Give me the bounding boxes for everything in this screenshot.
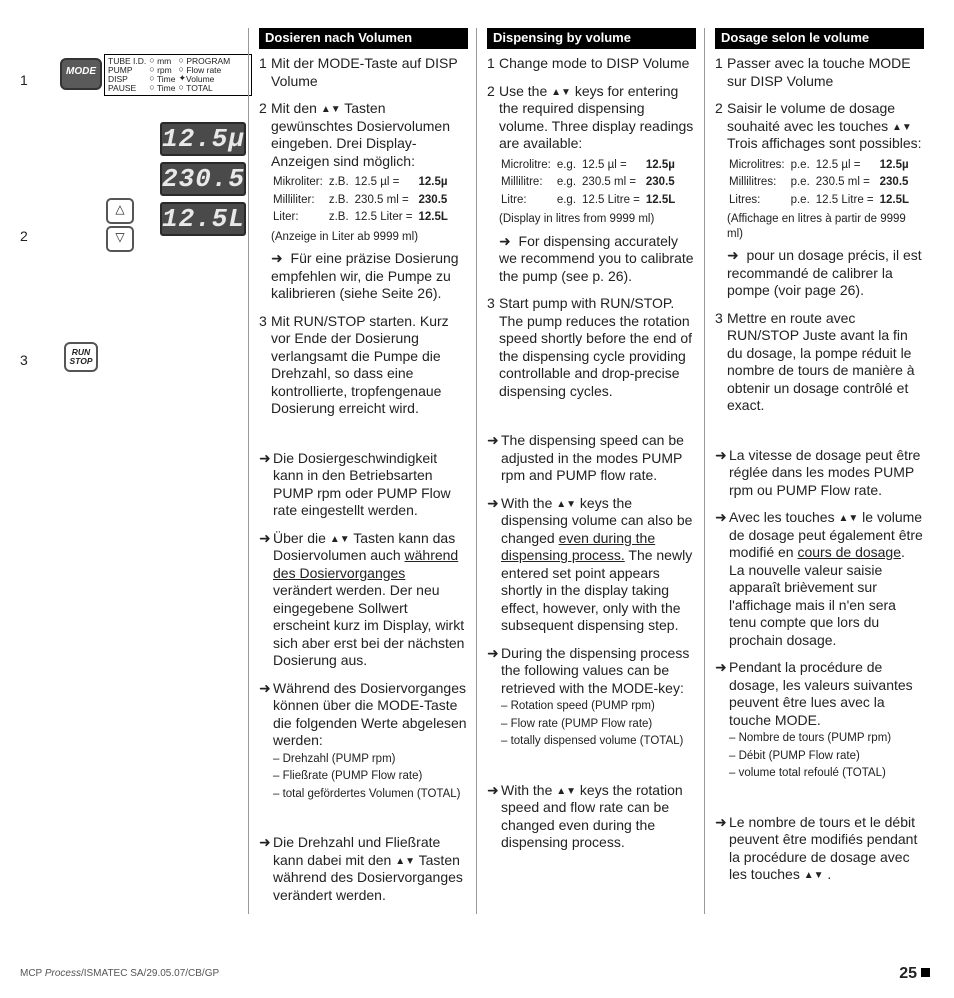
- en-bullet3: During the dispensing process the follow…: [501, 645, 696, 750]
- column-french: Dosage selon le volume 1Passer avec la t…: [704, 28, 932, 914]
- fr-bullet4: Le nombre de tours et le débit peuvent ê…: [729, 814, 924, 884]
- run-stop-button: RUNSTOP: [64, 342, 98, 372]
- column-german: Dosieren nach Volumen 1Mit der MODE-Tast…: [248, 28, 476, 914]
- de-step2: Mit den ▲▼ Tasten gewünschtes Dosiervolu…: [271, 100, 468, 302]
- display-2: 230.5: [160, 162, 246, 196]
- en-step1: Change mode to DISP Volume: [499, 55, 696, 73]
- fr-step1: Passer avec la touche MODE sur DISP Volu…: [727, 55, 924, 90]
- de-step3: Mit RUN/STOP starten. Kurz vor Ende der …: [271, 313, 468, 418]
- en-bullet4: With the ▲▼ keys the rotation speed and …: [501, 782, 696, 852]
- up-button: △: [106, 198, 134, 224]
- footer-text: MCP Process/ISMATEC SA/29.05.07/CB/GP: [20, 968, 219, 981]
- column-header-de: Dosieren nach Volumen: [259, 28, 468, 49]
- down-button: ▽: [106, 226, 134, 252]
- fr-step3: Mettre en route avec RUN/STOP Juste avan…: [727, 310, 924, 415]
- mode-button: MODE: [60, 58, 102, 90]
- de-bullet4: Die Drehzahl und Fließrate kann dabei mi…: [273, 834, 468, 904]
- fr-bullet3: Pendant la procédure de dosage, les vale…: [729, 659, 924, 782]
- page-number: 25: [899, 964, 930, 984]
- column-header-fr: Dosage selon le volume: [715, 28, 924, 49]
- step-number-2: 2: [20, 228, 28, 246]
- de-bullet3: Während des Dosiervorganges können über …: [273, 680, 468, 803]
- mode-table: TUBE I.D.○ mm○ PROGRAM PUMP○ rpm○ Flow r…: [104, 54, 252, 96]
- column-header-en: Dispensing by volume: [487, 28, 696, 49]
- fr-bullet2: Avec les touches ▲▼ le volume de dosage …: [729, 509, 924, 649]
- fr-step2: Saisir le volume de dosage souhaité avec…: [727, 100, 924, 299]
- display-1: 12.5µ: [160, 122, 246, 156]
- en-step3: Start pump with RUN/STOP. The pump reduc…: [499, 295, 696, 400]
- fr-bullet1: La vitesse de dosage peut être réglée da…: [729, 447, 924, 500]
- step-number-3: 3: [20, 352, 28, 370]
- column-english: Dispensing by volume 1Change mode to DIS…: [476, 28, 704, 914]
- de-bullet1: Die Dosiergeschwindigkeit kann in den Be…: [273, 450, 468, 520]
- de-step1: Mit der MODE-Taste auf DISP Volume: [271, 55, 468, 90]
- en-bullet2: With the ▲▼ keys the dispensing volume c…: [501, 495, 696, 635]
- de-bullet2: Über die ▲▼ Tasten kann das Dosiervolume…: [273, 530, 468, 670]
- en-bullet1: The dispensing speed can be adjusted in …: [501, 432, 696, 485]
- en-step2: Use the ▲▼ keys for entering the require…: [499, 83, 696, 285]
- step-number-1: 1: [20, 72, 28, 90]
- display-3: 12.5L: [160, 202, 246, 236]
